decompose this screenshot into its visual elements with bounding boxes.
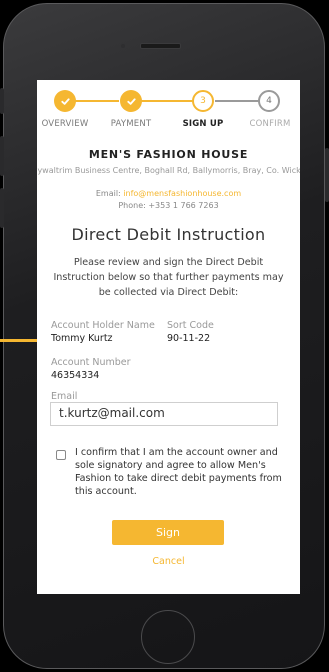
account-number-label: Account Number [51,357,131,368]
volume-up-button [0,136,4,176]
power-button [325,148,329,202]
step-payment[interactable] [120,90,142,112]
check-icon [126,97,136,105]
email-field[interactable]: t.kurtz@mail.com [50,402,278,426]
check-icon [60,97,70,105]
step-sign-up[interactable]: 3 [192,90,214,112]
screen: 3 4 OVERVIEW PAYMENT SIGN UP CONFIRM MEN… [37,80,300,594]
sort-code-value: 90-11-22 [167,333,211,344]
sign-button[interactable]: Sign [112,520,224,545]
step-label-payment: PAYMENT [110,119,152,129]
company-phone: Phone: +353 1 766 7263 [118,201,219,210]
company-email-link[interactable]: info@mensfashionhouse.com [123,189,241,198]
account-holder-label: Account Holder Name [51,320,155,331]
company-address: Ballywaltrim Business Centre, Boghall Rd… [37,166,300,175]
step-label-confirm: CONFIRM [249,119,291,129]
accent-line [0,339,38,342]
company-name: MEN'S FASHION HOUSE [88,148,249,161]
step-connector [139,100,195,102]
volume-down-button [0,188,4,228]
progress-stepper: 3 4 OVERVIEW PAYMENT SIGN UP CONFIRM [37,86,300,129]
mute-switch [0,88,4,114]
page-title: Direct Debit Instruction [71,225,266,244]
step-connector [215,100,259,102]
company-email-line: Email: info@mensfashionhouse.com [37,189,300,198]
intro-text: Please review and sign the Direct Debit … [53,257,284,298]
step-connector [69,100,119,102]
consent-checkbox[interactable] [56,450,66,460]
step-label-sign-up: SIGN UP [182,119,224,129]
consent-text: I confirm that I am the account owner an… [75,447,282,497]
step-label-overview: OVERVIEW [41,119,89,129]
front-camera [121,44,125,48]
step-confirm[interactable]: 4 [258,90,280,112]
home-button[interactable] [141,610,195,664]
step-overview[interactable] [54,90,76,112]
earpiece-speaker [140,43,181,49]
account-holder-value: Tommy Kurtz [51,333,113,344]
sort-code-label: Sort Code [167,320,214,331]
step-number: 3 [200,96,206,106]
cancel-link[interactable]: Cancel [37,556,300,567]
account-number-value: 46354334 [51,370,100,381]
email-label: Email: [95,189,124,198]
step-number: 4 [266,96,272,106]
email-field-label: Email [51,391,78,402]
